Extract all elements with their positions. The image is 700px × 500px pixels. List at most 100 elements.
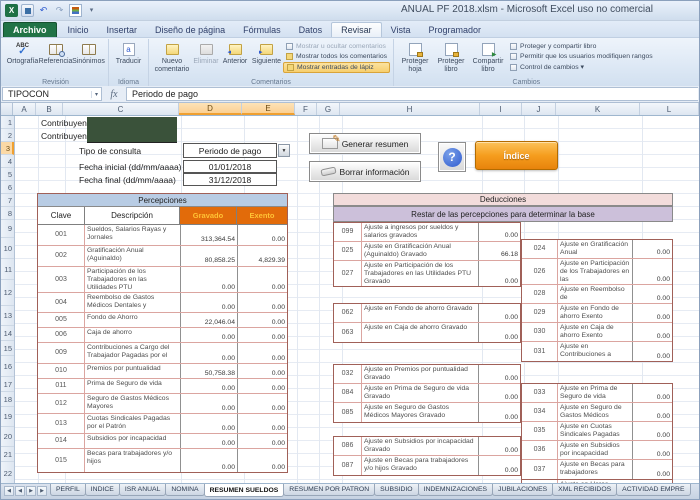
first-sheet-icon[interactable]: ◀ [4, 486, 14, 496]
column-header[interactable]: H [340, 103, 480, 115]
row-header[interactable]: 4 [1, 155, 14, 168]
column-header[interactable]: I [480, 103, 522, 115]
deduccion-row[interactable]: 063 Ajuste en Caja de ahorro Gravado 0.0… [334, 323, 520, 342]
table-format-icon[interactable] [69, 4, 82, 17]
deduccion-row[interactable]: 025 Ajuste en Gratificación Anual (Aguin… [334, 242, 520, 261]
select-all-corner[interactable] [1, 103, 13, 115]
deduccion-row[interactable]: 029 Ajuste en Fondo de ahorro Exento 0.0… [522, 304, 672, 323]
tab-formulas[interactable]: Fórmulas [234, 23, 290, 37]
proteger-libro-button[interactable]: Proteger libro [433, 40, 469, 74]
percepcion-row[interactable]: 014 Subsidios por incapacidad 0.00 0.00 [38, 434, 287, 449]
sheet-tab-resumen-por-patron[interactable]: RESUMEN POR PATRON [283, 484, 375, 496]
row-header[interactable]: 11 [1, 259, 14, 280]
row-header[interactable]: 22 [1, 462, 14, 483]
ortografia-button[interactable]: ABC✓ Ortografía [6, 40, 39, 67]
percepcion-row[interactable]: 001 Sueldos, Salarios Rayas y Jornales 3… [38, 225, 287, 246]
percepcion-row[interactable]: 006 Caja de ahorro 0.00 0.00 [38, 328, 287, 343]
row-header[interactable]: 14 [1, 326, 14, 341]
row-header[interactable]: 20 [1, 427, 14, 447]
sheet-tab-isr-anual[interactable]: ISR ANUAL [119, 484, 167, 496]
row-header[interactable]: 12 [1, 280, 14, 306]
row-header[interactable]: 21 [1, 447, 14, 462]
referencia-button[interactable]: Referencia [39, 40, 72, 67]
percepcion-row[interactable]: 002 Gratificación Anual (Aguinaldo) 80,8… [38, 246, 287, 267]
anterior-button[interactable]: ◂ Anterior [220, 40, 250, 67]
tipo-consulta-select[interactable]: Periodo de pago [183, 143, 277, 158]
row-header[interactable]: 6 [1, 181, 14, 194]
row-header[interactable]: 5 [1, 168, 14, 181]
column-header[interactable]: F [295, 103, 317, 115]
generar-resumen-button[interactable]: Generar resumen [309, 133, 421, 154]
percepcion-row[interactable]: 015 Becas para trabajadores y/o hijos 0.… [38, 449, 287, 472]
row-header[interactable]: 10 [1, 238, 14, 259]
worksheet-grid[interactable]: 12345678910111213141516171819202122 Cont… [1, 116, 699, 483]
deduccion-row[interactable]: 037 Ajuste en Becas para trabajadores 0.… [522, 460, 672, 479]
undo-icon[interactable]: ↶ [37, 4, 50, 17]
mostrar-todos-comentarios-toggle[interactable]: Mostrar todos los comentarios [283, 52, 390, 61]
sheet-tab-actividad-empre[interactable]: ACTIVIDAD EMPRE [616, 484, 690, 496]
deduccion-row[interactable]: 024 Ajuste en Gratificación Anual 0.00 [522, 240, 672, 259]
row-header[interactable]: 19 [1, 407, 14, 427]
deduccion-row[interactable]: 062 Ajuste en Fondo de ahorro Gravado 0.… [334, 304, 520, 323]
next-sheet-icon[interactable]: ▶ [26, 486, 36, 496]
row-header[interactable]: 1 [1, 116, 14, 129]
deduccion-row[interactable]: 035 Ajuste en Cuotas Sindicales Pagadas … [522, 422, 672, 441]
borrar-informacion-button[interactable]: Borrar información [309, 161, 421, 182]
column-header[interactable]: D [179, 103, 242, 115]
fecha-inicial-input[interactable]: 01/01/2018 [183, 160, 277, 173]
proteger-hoja-button[interactable]: Proteger hoja [397, 40, 433, 74]
fecha-final-input[interactable]: 31/12/2018 [183, 173, 277, 186]
sheet-tab-nomina[interactable]: NOMINA [165, 484, 204, 496]
row-header[interactable]: 15 [1, 341, 14, 356]
column-header[interactable]: G [317, 103, 340, 115]
row-header[interactable]: 17 [1, 377, 14, 392]
percepcion-row[interactable]: 013 Cuotas Sindicales Pagadas por el Pat… [38, 414, 287, 434]
sheet-tab-indice[interactable]: INDICE [85, 484, 120, 496]
tab-vista[interactable]: Vista [382, 23, 420, 37]
control-de-cambios-button[interactable]: Control de cambios ▾ [507, 62, 656, 72]
deduccion-row[interactable]: 034 Ajuste en Seguro de Gastos Médicos 0… [522, 403, 672, 422]
deduccion-row[interactable]: 026 Ajuste en Participación de los Traba… [522, 259, 672, 285]
deduccion-row[interactable]: 036 Ajuste en Subsidios por incapacidad … [522, 441, 672, 460]
nuevo-comentario-button[interactable]: Nuevo comentario [152, 40, 192, 74]
deduccion-row[interactable]: 031 Ajuste en Contribuciones a 0.00 [522, 342, 672, 361]
proteger-compartir-libro-button[interactable]: Proteger y compartir libro [507, 42, 656, 51]
percepcion-row[interactable]: 010 Premios por puntualidad 50,758.38 0.… [38, 364, 287, 379]
column-header[interactable]: K [556, 103, 640, 115]
tipo-consulta-dropdown-icon[interactable]: ▼ [278, 144, 290, 157]
save-icon[interactable] [21, 4, 34, 17]
row-header[interactable]: 18 [1, 392, 14, 407]
mostrar-entradas-lapiz-toggle[interactable]: Mostrar entradas de lápiz [283, 62, 390, 73]
traducir-button[interactable]: a Traducir [112, 40, 145, 67]
name-box[interactable]: TIPOCON ▾ [2, 87, 102, 101]
tab-datos[interactable]: Datos [290, 23, 332, 37]
deduccion-row[interactable]: 027 Ajuste en Participación de los Traba… [334, 261, 520, 286]
sheet-tab-indemnizaciones[interactable]: INDEMNIZACIONES [418, 484, 493, 496]
compartir-libro-button[interactable]: ▶ Compartir libro [469, 40, 507, 74]
tab-programador[interactable]: Programador [420, 23, 491, 37]
row-header[interactable]: 7 [1, 194, 14, 207]
deduccion-row[interactable]: 028 Ajuste en Reembolso de 0.00 [522, 285, 672, 304]
insert-function-icon[interactable]: fx [102, 87, 126, 101]
deduccion-row[interactable]: 087 Ajuste en Becas para trabajadores y/… [334, 456, 520, 475]
column-header[interactable]: L [640, 103, 699, 115]
percepcion-row[interactable]: 003 Participación de los Trabajadores en… [38, 267, 287, 293]
sheet-tab-perfil[interactable]: PERFIL [50, 484, 86, 496]
customize-quick-access-icon[interactable]: ▾ [85, 4, 98, 17]
row-header[interactable]: 13 [1, 306, 14, 326]
sheet-tab-jubilaciones[interactable]: JUBILACIONES [492, 484, 553, 496]
help-button[interactable]: ? [438, 142, 466, 172]
deduccion-row[interactable]: 085 Ajuste en Seguro de Gastos Médicos M… [334, 403, 520, 422]
deduccion-row[interactable]: 033 Ajuste en Prima de Seguro de vida 0.… [522, 384, 672, 403]
last-sheet-icon[interactable]: ▶ [37, 486, 47, 496]
tab-archivo[interactable]: Archivo [3, 22, 57, 37]
tab-revisar[interactable]: Revisar [331, 22, 382, 37]
column-header[interactable]: E [242, 103, 295, 115]
tab-insertar[interactable]: Insertar [98, 23, 147, 37]
column-header[interactable]: C [63, 103, 179, 115]
percepcion-row[interactable]: 009 Contribuciones a Cargo del Trabajado… [38, 343, 287, 364]
percepcion-row[interactable]: 011 Prima de Seguro de vida 0.00 0.00 [38, 379, 287, 394]
percepcion-row[interactable]: 004 Reembolso de Gastos Médicos Dentales… [38, 293, 287, 313]
percepcion-row[interactable]: 012 Seguro de Gastos Médicos Mayores 0.0… [38, 394, 287, 414]
redo-icon[interactable]: ↷ [53, 4, 66, 17]
